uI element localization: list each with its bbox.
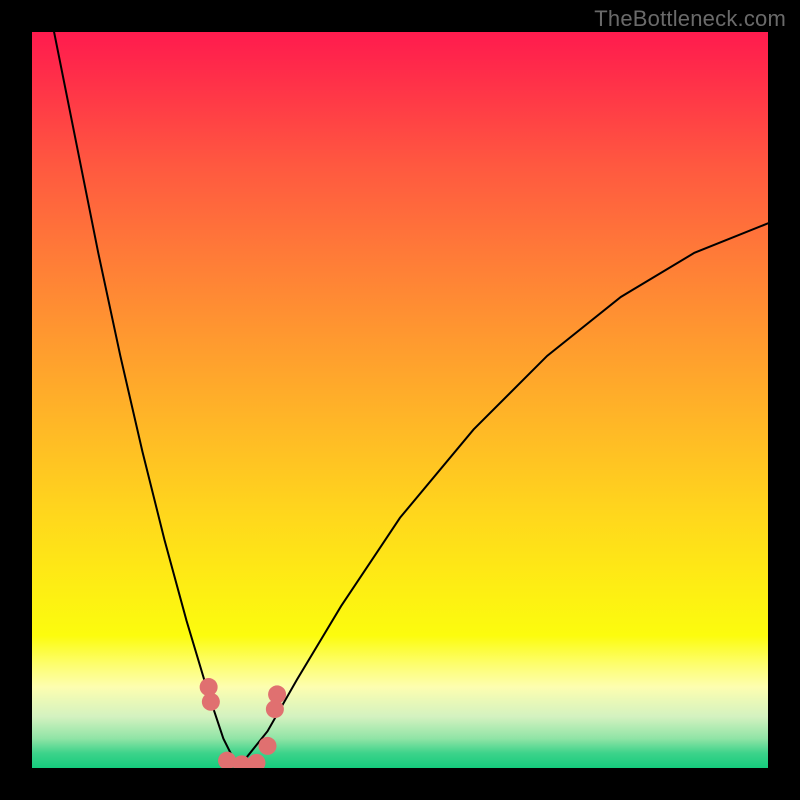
gpu-marker <box>268 685 286 703</box>
gpu-marker <box>259 737 277 755</box>
curve-left-branch <box>54 32 238 768</box>
plot-area <box>32 32 768 768</box>
bottleneck-curve <box>54 32 768 768</box>
gpu-marker <box>202 693 220 711</box>
chart-frame: TheBottleneck.com <box>0 0 800 800</box>
curve-right-branch <box>238 223 768 768</box>
curve-layer <box>32 32 768 768</box>
gpu-marker <box>247 754 265 768</box>
watermark-text: TheBottleneck.com <box>594 6 786 32</box>
